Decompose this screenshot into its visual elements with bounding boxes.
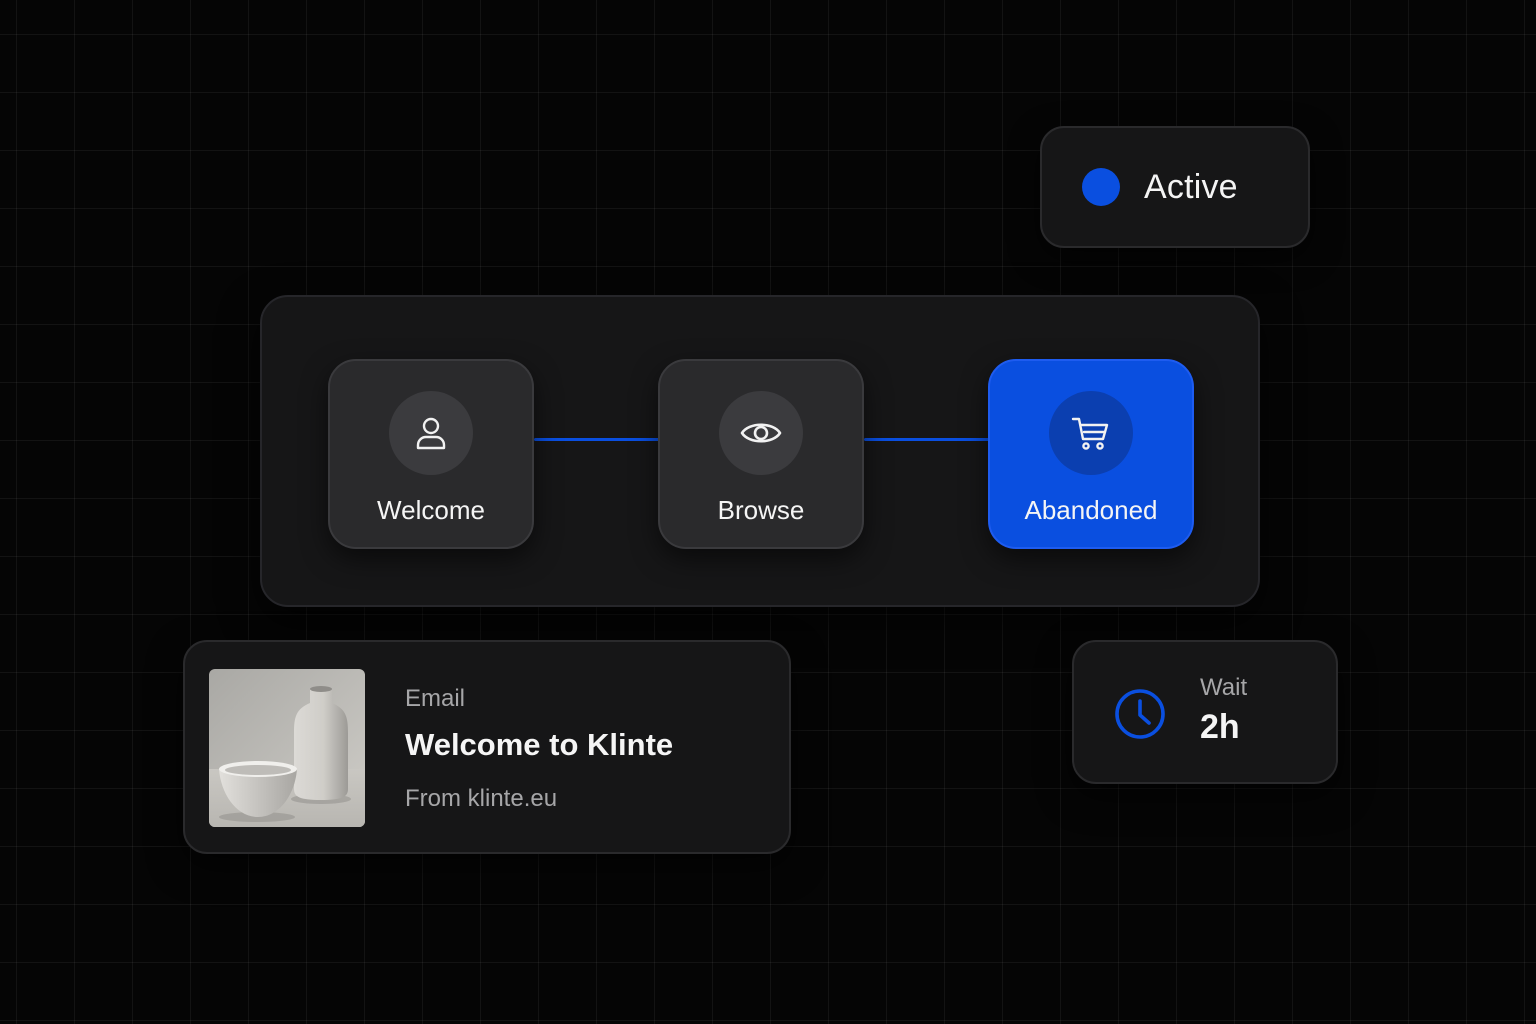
status-dot [1082,168,1120,206]
email-subject: Welcome to Klinte [405,727,674,762]
flow-step-browse[interactable]: Browse [658,359,864,549]
user-icon [389,391,473,475]
wait-duration: 2h [1200,708,1240,746]
clock-icon [1112,686,1168,742]
status-label: Active [1144,167,1238,206]
eye-icon [719,391,803,475]
email-card[interactable]: Email Welcome to Klinte From klinte.eu [183,640,791,854]
flow-connector [864,438,990,441]
wait-card[interactable]: Wait 2h [1072,640,1338,784]
wait-label: Wait [1200,674,1248,701]
flow-step-label: Welcome [377,495,485,525]
flow-step-welcome[interactable]: Welcome [328,359,534,549]
shopping-cart-icon [1049,391,1133,475]
flow-panel: Welcome Browse Abandoned [260,295,1260,607]
flow-connector [534,438,660,441]
status-card[interactable]: Active [1040,126,1310,248]
email-sender: From klinte.eu [405,785,558,812]
flow-step-label: Abandoned [1024,495,1158,525]
email-thumbnail-image [209,669,365,827]
flow-step-label: Browse [717,495,805,525]
flow-step-abandoned[interactable]: Abandoned [988,359,1194,549]
email-type-label: Email [405,685,466,712]
